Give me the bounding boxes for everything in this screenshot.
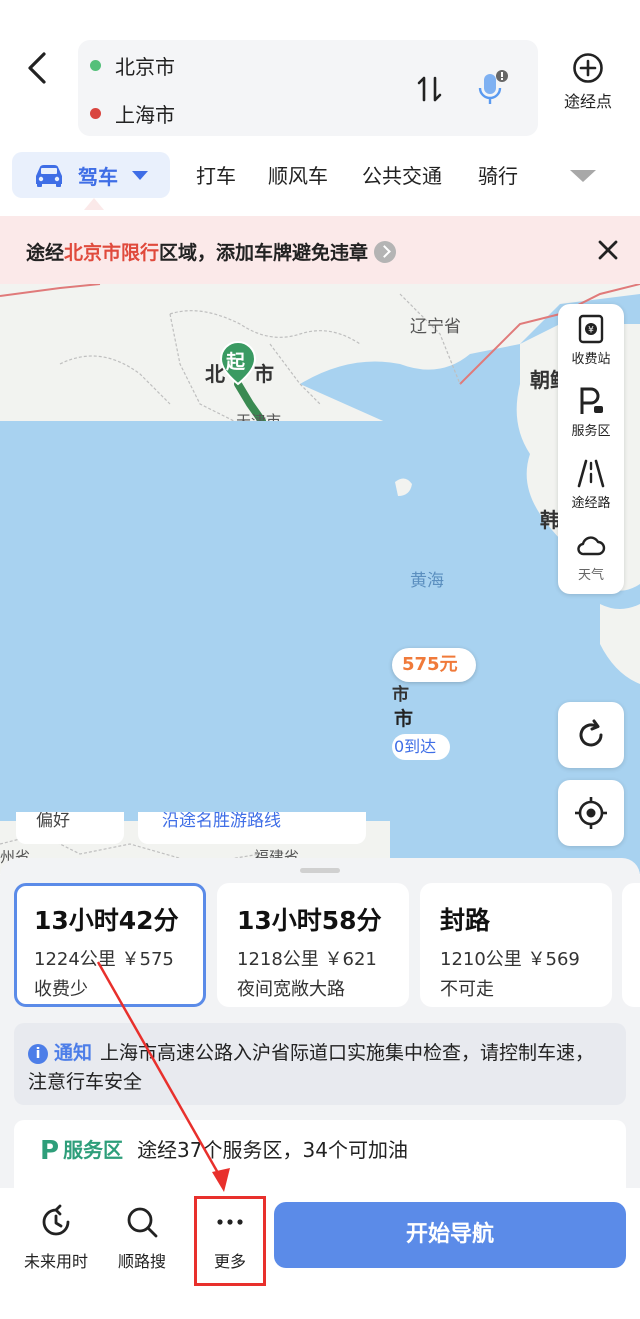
- annotation-highlight-box: [194, 1196, 266, 1286]
- annotation-arrow: [96, 961, 230, 1192]
